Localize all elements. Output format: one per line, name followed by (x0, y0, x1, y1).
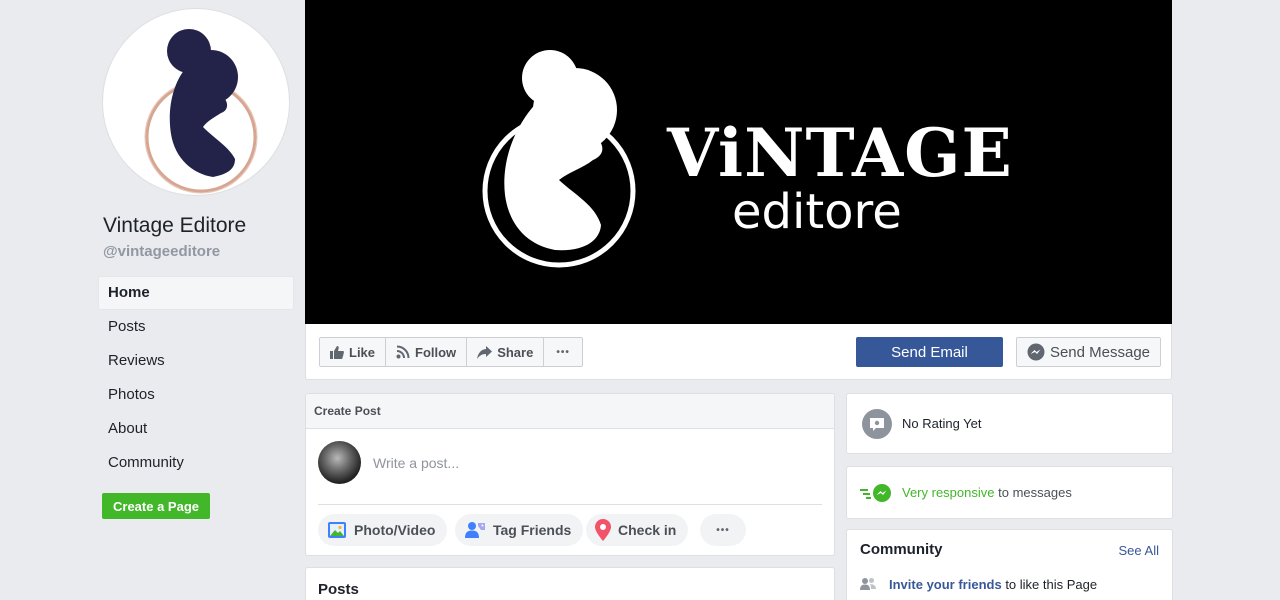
create-page-button[interactable]: Create a Page (102, 493, 210, 519)
more-actions-button[interactable]: ••• (544, 338, 582, 366)
page-name: Vintage Editore (103, 214, 247, 237)
responsiveness-highlight: Very responsive (902, 485, 995, 500)
nav-item-photos[interactable]: Photos (98, 378, 294, 412)
write-post-input[interactable]: Write a post... (373, 455, 459, 471)
page-action-buttons: Like Follow Share ••• (319, 337, 583, 367)
vintage-logo-icon (144, 29, 258, 194)
photo-icon (328, 522, 346, 538)
cover-title: ViNTAGE (667, 114, 1013, 192)
rating-text: No Rating Yet (902, 416, 982, 431)
check-in-button[interactable]: Check in (586, 514, 689, 546)
share-arrow-icon (477, 345, 493, 359)
photo-video-button[interactable]: Photo/Video (318, 514, 448, 546)
send-message-button[interactable]: Send Message (1016, 337, 1161, 367)
invite-friends-link[interactable]: Invite your friends (889, 577, 1002, 592)
like-label: Like (349, 344, 376, 360)
nav-item-reviews[interactable]: Reviews (98, 344, 294, 378)
more-icon: ••• (556, 346, 570, 358)
follow-label: Follow (415, 344, 457, 360)
nav-item-about[interactable]: About (98, 412, 294, 446)
share-label: Share (497, 344, 534, 360)
rating-card: No Rating Yet (846, 393, 1173, 454)
like-button[interactable]: Like (320, 338, 387, 366)
more-icon: ••• (716, 524, 730, 536)
cover-photo[interactable]: ViNTAGE editore (305, 0, 1172, 324)
divider (318, 504, 822, 505)
see-all-link[interactable]: See All (1119, 543, 1159, 558)
check-in-label: Check in (618, 522, 677, 538)
create-post-card: Create Post Write a post... Photo/Video … (305, 393, 835, 556)
profile-picture[interactable] (102, 8, 290, 196)
people-icon (860, 578, 876, 590)
tag-friends-label: Tag Friends (493, 522, 572, 538)
page-action-bar: Like Follow Share ••• Send Email Send Me… (305, 324, 1172, 380)
rating-bubble-icon (862, 409, 892, 439)
photo-video-label: Photo/Video (354, 522, 436, 538)
nav-item-posts[interactable]: Posts (98, 310, 294, 344)
tag-friends-button[interactable]: Tag Friends (455, 514, 584, 546)
follow-button[interactable]: Follow (386, 338, 468, 366)
thumbs-up-icon (330, 345, 344, 359)
share-button[interactable]: Share (467, 338, 545, 366)
page-handle[interactable]: @vintageeditore (103, 243, 220, 260)
cover-subtitle: editore (732, 184, 902, 240)
posts-card: Posts (305, 567, 835, 600)
fast-messenger-icon (860, 484, 891, 502)
rss-icon (396, 345, 410, 359)
nav-item-community[interactable]: Community (98, 446, 294, 480)
invite-friends-text: Invite your friends to like this Page (889, 577, 1097, 592)
create-post-header: Create Post (306, 394, 834, 429)
page-nav: Home Posts Reviews Photos About Communit… (98, 276, 294, 480)
nav-item-home[interactable]: Home (98, 276, 294, 310)
user-avatar[interactable] (318, 441, 361, 484)
more-post-options-button[interactable]: ••• (700, 514, 746, 546)
location-pin-icon (595, 519, 611, 541)
community-title: Community (860, 541, 943, 558)
posts-title: Posts (318, 581, 359, 598)
responsiveness-card: Very responsive to messages (846, 466, 1173, 519)
tag-friends-icon (465, 522, 485, 538)
send-message-label: Send Message (1049, 343, 1151, 361)
responsiveness-rest: to messages (994, 485, 1072, 500)
responsiveness-text: Very responsive to messages (902, 485, 1072, 500)
messenger-icon (1027, 343, 1045, 361)
invite-rest: to like this Page (1001, 577, 1098, 592)
send-email-button[interactable]: Send Email (856, 337, 1003, 367)
community-card: Community See All Invite your friends to… (846, 529, 1173, 600)
